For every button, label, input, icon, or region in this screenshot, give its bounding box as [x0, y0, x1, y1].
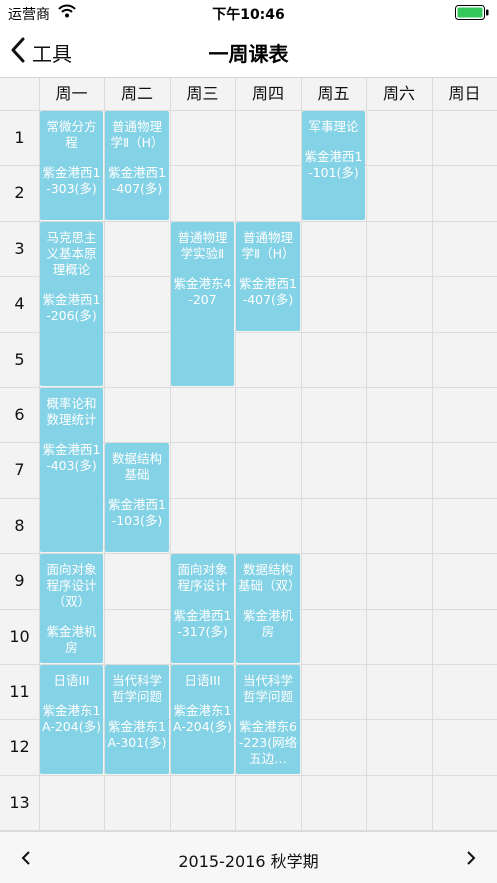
- day-header: 周二: [120, 84, 153, 103]
- period-number: 12: [9, 737, 30, 757]
- course-room: 紫金港西1-407(多): [239, 275, 297, 307]
- course-name: 日语III: [53, 673, 90, 688]
- period-number: 11: [9, 682, 30, 701]
- page-title: 一周课表: [208, 42, 289, 66]
- chevron-right-icon: [467, 851, 476, 865]
- day-header: 周五: [317, 84, 350, 103]
- course-name: 军事理论: [308, 119, 359, 134]
- period-number: 5: [14, 349, 25, 369]
- course-block[interactable]: 数据结构基础（双） 紫金港机房: [236, 554, 300, 663]
- course-name: 面向对象程序设计: [177, 562, 228, 594]
- course-room: 紫金港西1-407(多): [108, 165, 166, 196]
- course-name: 当代科学哲学问题: [111, 673, 162, 704]
- day-header: 周六: [382, 84, 415, 103]
- period-number: 3: [14, 238, 25, 258]
- course-name: 当代科学哲学问题: [242, 673, 293, 704]
- course-name: 数据结构基础: [111, 451, 162, 483]
- period-number: 6: [14, 405, 25, 424]
- course-block[interactable]: 普通物理学Ⅱ（H） 紫金港西1-407(多): [236, 221, 300, 331]
- term-label: 2015-2016 秋学期: [178, 852, 319, 871]
- course-room: 紫金港东1A-204(多): [42, 703, 101, 734]
- grid-column-line: [366, 78, 367, 831]
- nav-bar: 工具 一周课表: [0, 26, 497, 78]
- day-header: 周三: [186, 84, 219, 103]
- period-number: 7: [14, 460, 25, 480]
- course-name: 普通物理学实验Ⅱ: [177, 229, 228, 261]
- course-block[interactable]: 常微分方程紫金港西1-303(多): [40, 111, 103, 220]
- course-block[interactable]: 日语III 紫金港东1A-204(多): [171, 665, 234, 774]
- course-name: 概率论和数理统计: [46, 396, 97, 427]
- period-number: 4: [14, 294, 25, 314]
- period-number: 9: [14, 571, 25, 591]
- course-name: 日语III: [184, 673, 221, 688]
- day-header: 周四: [251, 84, 284, 103]
- course-room: 紫金港机房: [242, 608, 293, 640]
- course-name: 马克思主义基本原理概论: [46, 229, 97, 277]
- course-block[interactable]: 数据结构基础 紫金港西1-103(多): [105, 443, 169, 553]
- term-footer: 2015-2016 秋学期: [0, 831, 497, 883]
- course-block[interactable]: 日语III 紫金港东1A-204(多): [40, 665, 103, 774]
- status-bar: 运营商 下午10:46: [0, 0, 497, 26]
- course-room: 紫金港西1-101(多): [304, 149, 363, 180]
- course-name: 面向对象程序设计（双）: [46, 562, 97, 610]
- course-name: 常微分方程: [46, 119, 97, 150]
- course-block[interactable]: 普通物理学Ⅱ（H） 紫金港西1-407(多): [105, 111, 169, 220]
- period-number: 13: [9, 792, 30, 812]
- battery-icon: [455, 5, 489, 24]
- course-name: 普通物理学Ⅱ（H）: [110, 119, 164, 150]
- course-room: 紫金港东4-207: [173, 275, 232, 307]
- course-room: 紫金港东1A-204(多): [173, 703, 232, 734]
- course-block[interactable]: 当代科学哲学问题 紫金港东1A-301(多): [105, 665, 169, 774]
- course-room: 紫金港东6-223(网络五边…: [238, 719, 298, 766]
- course-name: 数据结构基础（双）: [238, 562, 300, 594]
- course-block[interactable]: 当代科学哲学问题紫金港东6-223(网络五边…: [236, 665, 300, 774]
- grid-column-line: [432, 78, 433, 831]
- course-room: 紫金港西1-103(多): [108, 497, 166, 529]
- course-block[interactable]: 马克思主义基本原理概论紫金港西1-206(多): [40, 221, 103, 386]
- course-room: 紫金港东1A-301(多): [107, 719, 167, 750]
- course-room: 紫金港机房: [46, 624, 97, 656]
- day-header: 周一: [55, 84, 88, 103]
- course-block[interactable]: 面向对象程序设计 紫金港西1-317(多): [171, 554, 234, 663]
- day-header: 周日: [448, 84, 481, 103]
- course-room: 紫金港西1-206(多): [42, 291, 101, 323]
- course-block[interactable]: 概率论和数理统计 紫金港西1-403(多): [40, 388, 103, 553]
- period-number: 1: [14, 128, 25, 147]
- course-room: 紫金港西1-317(多): [173, 608, 232, 640]
- course-block[interactable]: 面向对象程序设计（双） 紫金港机房: [40, 554, 103, 663]
- course-room: 紫金港西1-403(多): [42, 442, 101, 473]
- status-time: 下午10:46: [212, 7, 285, 23]
- period-number: 2: [14, 183, 25, 203]
- grid-row-line: [0, 774, 497, 776]
- timetable-grid: 周一 周二 周三 周四 周五 周六 周日 1 2 3 4 5 6 7 8 9 10 11 12 13 常微分方程 紫金港西…: [0, 78, 497, 832]
- period-number: 10: [9, 626, 30, 646]
- next-term-button[interactable]: [459, 846, 483, 870]
- course-block[interactable]: 军事理论紫金港西1-101(多): [302, 111, 365, 220]
- course-block[interactable]: 普通物理学实验Ⅱ 紫金港东4-207: [171, 221, 234, 386]
- course-name: 普通物理学Ⅱ（H）: [241, 229, 295, 261]
- course-room: 紫金港西1-303(多): [42, 165, 101, 196]
- period-number: 8: [14, 515, 25, 535]
